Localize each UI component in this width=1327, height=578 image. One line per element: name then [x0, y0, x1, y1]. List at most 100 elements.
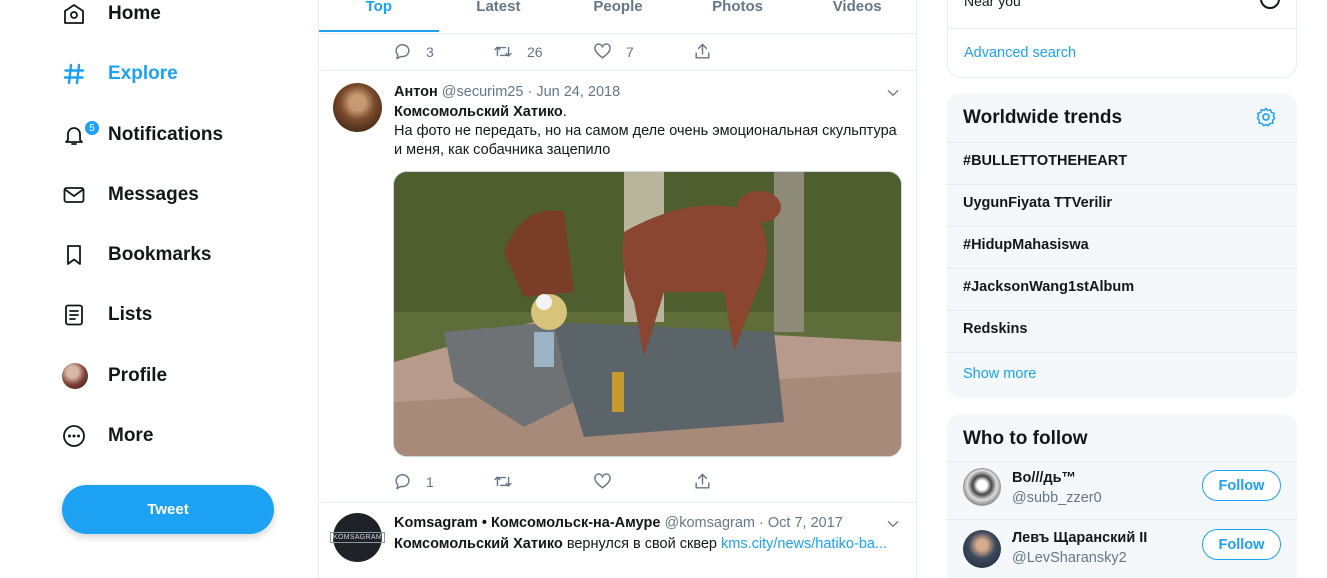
tweet-dot: · — [527, 84, 533, 100]
retweet-button[interactable]: 26 — [493, 42, 593, 61]
like-count: 7 — [626, 43, 634, 60]
follow-suggestion-handle: @subb_zzer0 — [1012, 490, 1102, 506]
divider — [947, 352, 1297, 353]
tweet-title-suffix: . — [562, 104, 567, 120]
reply-icon — [395, 474, 410, 490]
tweet-button[interactable]: Tweet — [62, 485, 274, 534]
near-you-radio[interactable] — [1260, 0, 1280, 9]
tweet-header: Антон @securim25 · Jun 24, 2018 — [394, 84, 620, 100]
trend-item[interactable]: #BULLETTOTHEHEART — [963, 153, 1127, 169]
tweet-dot: · — [759, 515, 764, 531]
share-button[interactable] — [693, 42, 793, 61]
chevron-down-icon[interactable] — [886, 517, 900, 536]
trend-item[interactable]: Redskins — [963, 321, 1027, 337]
nav-lists[interactable]: Lists — [62, 295, 152, 335]
avatar-logo-text: KOMSAGRAM — [330, 532, 385, 543]
nav-profile-label: Profile — [108, 365, 168, 386]
reply-button[interactable]: 1 — [393, 472, 493, 491]
notification-badge: 5 — [84, 120, 100, 136]
tweet-date[interactable]: Oct 7, 2017 — [768, 515, 843, 531]
avatar[interactable] — [963, 468, 1001, 506]
nav-notifications-label: Notifications — [108, 124, 224, 145]
divider — [947, 268, 1297, 269]
tweet-link[interactable]: kms.city/news/hatiko-ba... — [721, 536, 887, 552]
tweet-divider — [319, 502, 917, 503]
nav-messages[interactable]: Messages — [62, 175, 199, 215]
share-button[interactable] — [693, 472, 793, 491]
like-button[interactable] — [593, 472, 693, 491]
list-icon — [62, 300, 108, 330]
nav-bookmarks-label: Bookmarks — [108, 244, 212, 265]
tweet-photo[interactable] — [393, 171, 902, 457]
tweet-action-bar: 3 26 7 — [393, 42, 793, 61]
tab-latest[interactable]: Latest — [439, 0, 559, 33]
divider — [947, 184, 1297, 185]
avatar[interactable] — [333, 83, 382, 132]
tweet-header: Komsagram • Комсомольск-на-Амуре @komsag… — [394, 515, 843, 531]
tweet-action-bar: 1 — [393, 472, 793, 491]
nav-messages-label: Messages — [108, 184, 199, 205]
follow-button[interactable]: Follow — [1202, 470, 1281, 501]
trend-item[interactable]: #JacksonWang1stAlbum — [963, 279, 1134, 295]
nav-more[interactable]: More — [62, 416, 153, 456]
tweet-date[interactable]: Jun 24, 2018 — [536, 84, 620, 100]
divider — [947, 226, 1297, 227]
profile-avatar-wrap — [62, 361, 108, 391]
tweet-text: Комсомольский Хатико вернулся в свой скв… — [394, 535, 904, 554]
follow-suggestion-name[interactable]: Левъ Щаранский II — [1012, 530, 1147, 546]
tab-top[interactable]: Top — [319, 0, 439, 33]
reply-icon — [395, 44, 410, 60]
divider — [947, 310, 1297, 311]
tweet-highlight: Комсомольский Хатико — [394, 104, 563, 120]
retweet-icon — [494, 46, 512, 57]
follow-button[interactable]: Follow — [1202, 529, 1281, 560]
advanced-search-link[interactable]: Advanced search — [964, 45, 1076, 61]
like-button[interactable]: 7 — [593, 42, 693, 61]
bookmark-icon — [62, 240, 108, 270]
near-you-label: Near you — [964, 0, 1021, 9]
tweet-body: На фото не передать, но на самом деле оч… — [394, 123, 897, 158]
tweet-text: Комсомольский Хатико. На фото не передат… — [394, 103, 904, 160]
nav-bookmarks[interactable]: Bookmarks — [62, 235, 212, 275]
who-to-follow-card: Who to follow Bo///дь™ @subb_zzer0 Follo… — [947, 414, 1297, 578]
follow-suggestion-name[interactable]: Bo///дь™ — [1012, 470, 1076, 486]
search-filters-card: Near you Advanced search — [947, 0, 1297, 78]
tab-photos[interactable]: Photos — [678, 0, 798, 33]
share-icon — [695, 473, 710, 489]
tweet-author-name[interactable]: Антон — [394, 84, 438, 100]
tab-people[interactable]: People — [558, 0, 678, 33]
retweet-count: 26 — [527, 43, 543, 60]
nav-profile[interactable]: Profile — [62, 356, 167, 396]
nav-lists-label: Lists — [108, 304, 153, 325]
avatar[interactable]: KOMSAGRAM — [330, 513, 385, 562]
heart-icon — [594, 473, 611, 489]
reply-count: 1 — [426, 473, 434, 490]
tweet-author-name[interactable]: Komsagram • Комсомольск-на-Амуре — [394, 515, 660, 531]
reply-button[interactable]: 3 — [393, 42, 493, 61]
home-icon — [62, 0, 108, 29]
nav-home[interactable]: Home — [62, 0, 161, 34]
avatar[interactable] — [963, 530, 1001, 568]
divider — [947, 461, 1297, 462]
retweet-button[interactable] — [493, 472, 593, 491]
tweet-divider — [319, 70, 917, 71]
trends-card: Worldwide trends #BULLETTOTHEHEART Uygun… — [947, 93, 1297, 398]
follow-suggestion-handle: @LevSharansky2 — [1012, 550, 1127, 566]
gear-icon[interactable] — [1255, 106, 1277, 133]
tweet-author-handle[interactable]: @komsagram — [665, 515, 755, 531]
search-results-column: Top Latest People Photos Videos 3 26 7 А… — [318, 0, 917, 578]
retweet-icon — [494, 476, 512, 487]
tab-videos[interactable]: Videos — [797, 0, 917, 33]
tweet-author-handle[interactable]: @securim25 — [442, 84, 524, 100]
nav-explore[interactable]: Explore — [62, 54, 178, 94]
show-more-trends-link[interactable]: Show more — [963, 366, 1036, 382]
divider — [947, 519, 1297, 520]
trend-item[interactable]: UygunFiyata TTVerilir — [963, 195, 1112, 211]
nav-explore-label: Explore — [108, 63, 178, 84]
nav-notifications[interactable]: 5 Notifications — [62, 115, 223, 155]
envelope-icon — [62, 180, 108, 210]
reply-count: 3 — [426, 43, 434, 60]
search-tabs: Top Latest People Photos Videos — [319, 0, 917, 34]
bell-icon: 5 — [62, 120, 108, 150]
trend-item[interactable]: #HidupMahasiswa — [963, 237, 1089, 253]
